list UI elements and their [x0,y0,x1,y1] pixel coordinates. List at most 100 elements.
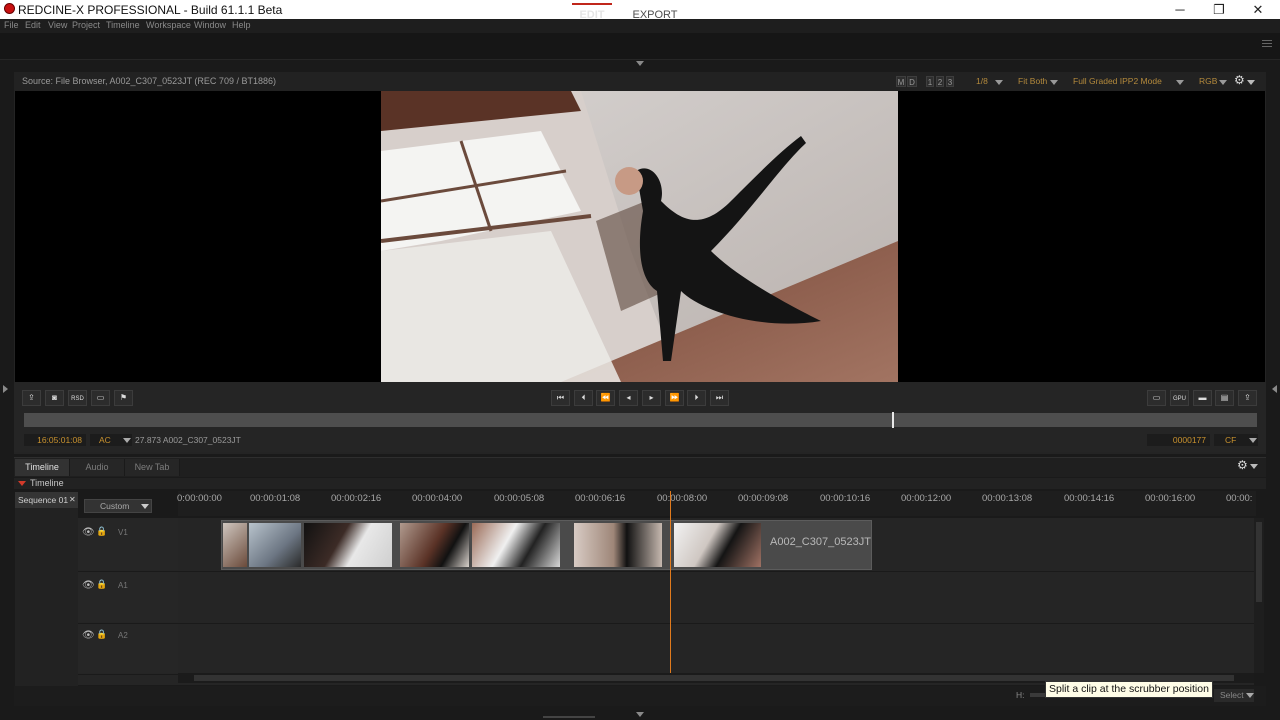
resolution-value: 1/8 [976,76,988,86]
ruler-tick-label: 00:00:09:08 [738,493,789,504]
step-back-button[interactable]: ◂ [619,390,638,406]
expand-right-panel-icon[interactable] [1272,385,1277,393]
eye-icon[interactable]: 👁 [82,527,95,538]
gpu-button[interactable]: GPU [1170,390,1189,406]
timecode-display[interactable]: 16:05:01:08 [24,434,86,446]
maximize-button[interactable]: ❐ [1199,0,1239,19]
lock-icon[interactable]: 🔒 [96,579,107,590]
channel-dropdown[interactable]: RGB [1192,75,1228,88]
expand-bottom-panel-icon[interactable] [636,712,644,717]
go-to-end-button[interactable]: ⏭ [710,390,729,406]
flag-icon: ⚑ [119,393,128,402]
expand-left-panel-icon[interactable] [3,385,8,393]
timeline-settings-button[interactable]: ⚙ [1235,458,1259,473]
fast-forward-button[interactable]: ⏩ [665,390,684,406]
ruler-tick-label: 00:00:06:16 [575,493,626,504]
skip-start-icon: ⏮ [556,393,565,402]
rewind-icon: ⏪ [600,393,611,402]
marker-button[interactable]: ⚑ [114,390,133,406]
chevron-down-icon [1219,80,1227,85]
skip-end-icon: ⏭ [715,393,724,402]
snapshot-button[interactable]: ◙ [45,390,64,406]
gear-icon: ⚙ [1237,458,1248,472]
tab-timeline[interactable]: Timeline [15,459,70,476]
height-label: H: [1016,690,1025,700]
next-edit-button[interactable]: ⏵ [687,390,706,406]
viewer-settings-button[interactable]: ⚙ [1234,73,1256,88]
tab-new[interactable]: New Tab [125,459,180,476]
safe-area-button[interactable]: ▬ [1193,390,1212,406]
gpu-icon: GPU [1172,396,1186,402]
scrollbar-thumb[interactable] [1256,522,1262,602]
scrub-bar[interactable] [24,413,1257,427]
fit-dropdown[interactable]: Fit Both [1010,75,1060,88]
menu-help[interactable]: Help [232,20,251,30]
dual-button[interactable]: D [907,76,917,87]
clip-name: A002_C307_0523JT [770,536,871,548]
play-icon: ▸ [649,393,654,402]
eye-icon[interactable]: 👁 [82,580,95,591]
select-tool-dropdown[interactable]: Select [1214,689,1254,702]
lock-icon[interactable]: 🔒 [96,629,107,640]
tab-export[interactable]: EXPORT [630,3,680,25]
frame-counter[interactable]: 0000177 [1147,434,1210,446]
sequence-tab[interactable]: Sequence 01 ✕ [15,492,78,508]
menu-edit[interactable]: Edit [25,20,41,30]
menu-timeline[interactable]: Timeline [106,20,140,30]
custom-dropdown[interactable]: Custom [84,499,152,513]
tab-edit[interactable]: EDIT [572,3,612,25]
rewind-button[interactable]: ⏪ [596,390,615,406]
vertical-scrollbar[interactable] [1254,518,1264,673]
resolution-dropdown[interactable]: 1/8 [964,75,1004,88]
playhead[interactable] [670,491,671,673]
collapse-viewer-icon[interactable] [636,61,644,66]
rsd-button[interactable]: RSD [68,390,87,406]
lock-icon[interactable]: 🔒 [96,526,107,537]
previous-edit-button[interactable]: ⏴ [574,390,593,406]
menu-workspace[interactable]: Workspace [146,20,191,30]
eye-icon[interactable]: 👁 [82,630,95,641]
menu-window[interactable]: Window [194,20,226,30]
menu-file[interactable]: File [4,20,19,30]
ruler-tick-label: 00:00:13:08 [982,493,1033,504]
minimize-button[interactable]: ─ [1160,0,1200,19]
track-label-v1: V1 [118,528,128,537]
close-sequence-icon[interactable]: ✕ [69,492,76,508]
tc-mode-dropdown[interactable]: AC [90,434,132,446]
overlay-icon: ⇪ [1244,393,1251,402]
layout-3-button[interactable]: 3 [946,76,954,87]
layout-1-button[interactable]: 1 [926,76,934,87]
panel-resize-handle[interactable] [543,716,595,718]
timecode-value: 16:05:01:08 [37,435,82,445]
overlay-button[interactable]: ⇪ [1238,390,1257,406]
play-button[interactable]: ▸ [642,390,661,406]
menu-view[interactable]: View [48,20,67,30]
track-label-a1: A1 [118,581,128,590]
video-frame [381,91,898,382]
collapse-timeline-icon[interactable] [18,481,26,486]
tab-audio[interactable]: Audio [70,459,125,476]
ruler-tick-label: 00:00:14:16 [1064,493,1115,504]
mono-button[interactable]: M [896,76,906,87]
camera-icon: ◙ [52,393,57,402]
decode-mode-dropdown[interactable]: Full Graded IPP2 Mode [1064,75,1186,88]
track-a1[interactable] [78,571,1254,623]
menu-project[interactable]: Project [72,20,100,30]
previous-icon: ⏴ [581,393,586,402]
clip-thumbnail [472,523,560,567]
go-to-start-button[interactable]: ⏮ [551,390,570,406]
chevron-down-icon [141,504,149,509]
ruler-tick-label: 00:00:02:16 [331,493,382,504]
export-frame-button[interactable]: ⇪ [22,390,41,406]
step-back-icon: ◂ [626,393,631,402]
track-a2[interactable] [78,623,1254,674]
close-button[interactable]: ✕ [1238,0,1278,19]
clip-thumbnail [574,523,662,567]
scrub-handle[interactable] [892,412,894,428]
mask-button[interactable]: ▤ [1215,390,1234,406]
frame-mode-dropdown[interactable]: CF [1214,434,1258,446]
layout-2-button[interactable]: 2 [936,76,944,87]
monitor-button[interactable]: ▭ [91,390,110,406]
display-button[interactable]: ▭ [1147,390,1166,406]
hamburger-menu-icon[interactable] [1262,40,1272,49]
